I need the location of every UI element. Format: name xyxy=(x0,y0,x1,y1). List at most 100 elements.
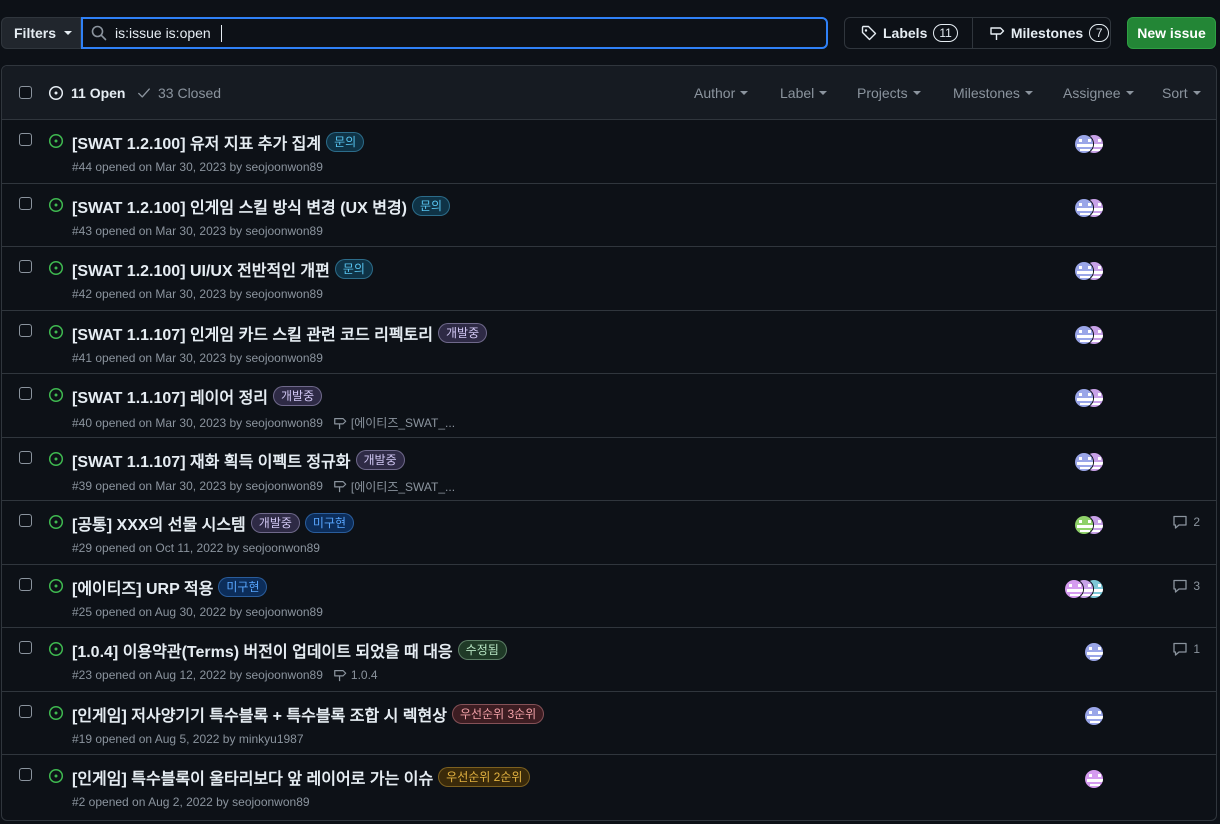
issue-label[interactable]: 개발중 xyxy=(273,386,323,406)
issue-checkbox[interactable] xyxy=(19,133,32,146)
search-input[interactable]: is:issue is:open xyxy=(81,17,828,49)
assignee-avatar[interactable] xyxy=(1074,515,1094,535)
assignee-avatar[interactable] xyxy=(1074,388,1094,408)
sort-filter[interactable]: Sort xyxy=(1162,85,1201,101)
closed-issues-tab[interactable]: 33 Closed xyxy=(137,85,221,101)
issue-row: [SWAT 1.1.107] 인게임 카드 스킬 관련 코드 리펙토리 개발중 #4… xyxy=(2,311,1216,374)
issue-title-link[interactable]: [SWAT 1.1.107] 재화 획득 이펙트 정규화 xyxy=(72,448,351,472)
author-filter[interactable]: Author xyxy=(694,85,749,101)
issue-title-link[interactable]: [인게임] 저사양기기 특수블록 + 특수블록 조합 시 렉현상 xyxy=(72,702,447,726)
assignee-avatar[interactable] xyxy=(1064,578,1084,599)
issue-label[interactable]: 미구현 xyxy=(304,513,355,533)
milestones-filter[interactable]: Milestones xyxy=(953,85,1033,101)
issue-meta: #43 opened on Mar 30, 2023 by seojoonwon… xyxy=(72,224,323,238)
milestones-button[interactable]: Milestones 7 xyxy=(971,18,1123,48)
issue-checkbox[interactable] xyxy=(19,323,32,337)
issue-meta-text: #44 opened on Mar 30, 2023 by seojoonwon… xyxy=(72,160,323,174)
labels-button[interactable]: Labels 11 xyxy=(845,18,972,48)
issue-label[interactable]: 문의 xyxy=(326,132,365,152)
comments-link[interactable]: 1 xyxy=(1172,641,1200,657)
issue-checkbox[interactable] xyxy=(19,196,32,210)
assignee-filter[interactable]: Assignee xyxy=(1063,85,1134,101)
issue-meta: #2 opened on Aug 2, 2022 by seojoonwon89 xyxy=(72,795,310,809)
comments-count: 2 xyxy=(1193,515,1200,529)
assignee-avatars xyxy=(1074,134,1104,154)
assignee-avatar[interactable] xyxy=(1074,324,1094,345)
label-filter[interactable]: Label xyxy=(780,85,828,101)
label-filter-label: Label xyxy=(780,85,815,101)
issue-checkbox[interactable] xyxy=(19,577,32,591)
issue-title-line: [공통] XXX의 선물 시스템 개발중 미구현 xyxy=(72,511,355,535)
issue-milestone[interactable]: [에이티즈_SWAT_... xyxy=(333,414,455,431)
issue-checkbox[interactable] xyxy=(19,450,32,464)
assignee-avatar[interactable] xyxy=(1074,134,1094,154)
issue-label[interactable]: 개발중 xyxy=(355,449,405,470)
issue-open-icon xyxy=(48,514,64,530)
issue-checkbox[interactable] xyxy=(19,387,32,400)
issue-label[interactable]: 문의 xyxy=(334,259,373,279)
assignee-avatar[interactable] xyxy=(1084,769,1104,789)
issue-title-line: [SWAT 1.2.100] UI/UX 전반적인 개편 문의 xyxy=(72,257,373,281)
issue-open-icon xyxy=(48,387,64,403)
issue-title-line: [인게임] 특수블록이 울타리보다 앞 레이어로 가는 이슈 우선순위 2순위 xyxy=(72,765,531,789)
issue-label[interactable]: 개발중 xyxy=(438,322,488,343)
issue-label[interactable]: 문의 xyxy=(412,195,451,216)
issue-title-link[interactable]: [SWAT 1.2.100] UI/UX 전반적인 개편 xyxy=(72,257,330,281)
issue-meta-text: #42 opened on Mar 30, 2023 by seojoonwon… xyxy=(72,287,323,301)
issue-title-link[interactable]: [SWAT 1.1.107] 레이어 정리 xyxy=(72,384,268,408)
issue-label[interactable]: 우선순위 2순위 xyxy=(438,767,531,787)
assignee-avatar[interactable] xyxy=(1074,451,1094,472)
issue-title-link[interactable]: [에이티즈] URP 적용 xyxy=(72,575,213,599)
assignee-avatar[interactable] xyxy=(1084,705,1104,726)
issue-title-link[interactable]: [인게임] 특수블록이 울타리보다 앞 레이어로 가는 이슈 xyxy=(72,765,433,789)
issue-title-line: [1.0.4] 이용약관(Terms) 버전이 업데이트 되었을 때 대응 수정됨 xyxy=(72,638,507,662)
issue-checkbox[interactable] xyxy=(19,641,32,654)
issue-checkbox[interactable] xyxy=(19,768,32,781)
open-issues-tab[interactable]: 11 Open xyxy=(48,85,125,101)
labels-count: 11 xyxy=(933,24,958,42)
issue-title-link[interactable]: [공통] XXX의 선물 시스템 xyxy=(72,511,246,535)
issue-milestone[interactable]: 1.0.4 xyxy=(333,668,378,682)
open-count-label: 11 Open xyxy=(71,85,126,101)
assignee-avatar[interactable] xyxy=(1084,642,1104,662)
assignee-avatars xyxy=(1074,388,1104,408)
issue-title-link[interactable]: [1.0.4] 이용약관(Terms) 버전이 업데이트 되었을 때 대응 xyxy=(72,638,453,662)
assignee-filter-label: Assignee xyxy=(1063,85,1121,101)
issue-label[interactable]: 개발중 xyxy=(250,513,300,533)
issue-meta: #23 opened on Aug 12, 2022 by seojoonwon… xyxy=(72,668,378,682)
comments-link[interactable]: 3 xyxy=(1172,578,1200,594)
issue-row: [SWAT 1.2.100] 유저 지표 추가 집계 문의 #44 opened o… xyxy=(2,120,1216,184)
issue-checkbox[interactable] xyxy=(19,704,32,718)
issue-open-icon xyxy=(48,451,64,466)
issue-title-link[interactable]: [SWAT 1.1.107] 인게임 카드 스킬 관련 코드 리펙토리 xyxy=(72,321,433,345)
issue-title-line: [SWAT 1.1.107] 인게임 카드 스킬 관련 코드 리펙토리 개발중 xyxy=(72,321,488,345)
issue-checkbox[interactable] xyxy=(19,514,32,527)
issue-label[interactable]: 미구현 xyxy=(218,576,268,597)
issue-label[interactable]: 수정됨 xyxy=(457,640,507,660)
issue-milestone-label: [에이티즈_SWAT_... xyxy=(350,416,456,430)
issue-row: [인게임] 저사양기기 특수블록 + 특수블록 조합 시 렉현상 우선순위 3순위… xyxy=(2,692,1216,755)
issue-open-icon xyxy=(48,260,64,276)
issue-meta-text: #23 opened on Aug 12, 2022 by seojoonwon… xyxy=(72,668,323,682)
issue-meta-text: #25 opened on Aug 30, 2022 by seojoonwon… xyxy=(72,604,323,619)
issue-milestone-label: [에이티즈_SWAT_... xyxy=(350,479,456,494)
comments-link[interactable]: 2 xyxy=(1172,514,1200,530)
closed-count-label: 33 Closed xyxy=(158,85,222,101)
issue-meta-text: #43 opened on Mar 30, 2023 by seojoonwon… xyxy=(72,223,323,238)
issue-open-icon xyxy=(48,85,64,101)
issue-title-link[interactable]: [SWAT 1.2.100] 인게임 스킬 방식 변경 (UX 변경) xyxy=(72,194,407,218)
chevron-down-icon xyxy=(64,31,73,35)
new-issue-button[interactable]: New issue xyxy=(1127,17,1216,49)
assignee-avatar[interactable] xyxy=(1074,261,1094,281)
assignee-avatar[interactable] xyxy=(1074,197,1094,218)
issue-open-icon xyxy=(48,768,64,784)
issue-label[interactable]: 우선순위 3순위 xyxy=(451,703,545,724)
issue-meta: #41 opened on Mar 30, 2023 by seojoonwon… xyxy=(72,351,323,365)
select-all-checkbox[interactable] xyxy=(19,86,32,99)
issue-open-icon xyxy=(48,133,64,149)
issue-title-link[interactable]: [SWAT 1.2.100] 유저 지표 추가 집계 xyxy=(72,130,321,154)
issue-checkbox[interactable] xyxy=(19,260,32,273)
projects-filter[interactable]: Projects xyxy=(857,85,921,101)
filters-button[interactable]: Filters xyxy=(1,17,81,49)
issue-milestone[interactable]: [에이티즈_SWAT_... xyxy=(333,478,455,495)
